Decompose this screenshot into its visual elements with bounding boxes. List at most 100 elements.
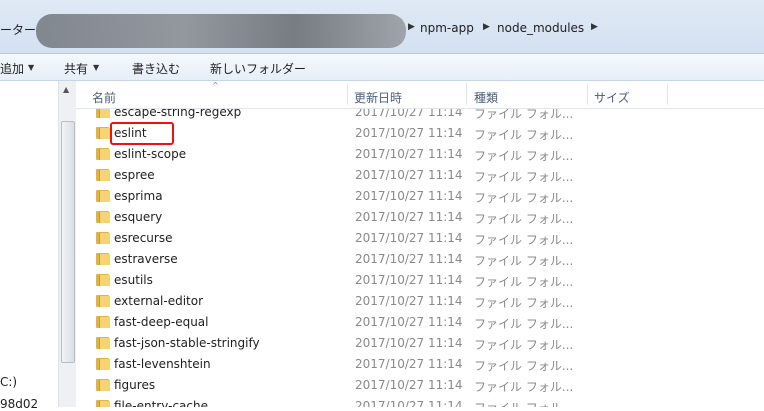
file-date-modified: 2017/10/27 11:14 xyxy=(355,252,463,266)
chevron-down-icon[interactable]: ▼ xyxy=(93,63,99,72)
file-date-modified: 2017/10/27 11:14 xyxy=(355,399,463,407)
column-size[interactable]: サイズ xyxy=(594,89,630,106)
column-divider[interactable] xyxy=(466,83,467,105)
file-date-modified: 2017/10/27 11:14 xyxy=(355,147,463,161)
folder-icon xyxy=(96,169,110,181)
file-name[interactable]: esprima xyxy=(114,189,163,203)
column-divider[interactable] xyxy=(667,83,668,105)
folder-icon xyxy=(96,148,110,160)
chevron-right-icon[interactable]: ▶ xyxy=(591,22,598,32)
file-list[interactable]: ^ 名前 更新日時 種類 サイズ escape-string-regexp 201… xyxy=(76,81,764,407)
share-button[interactable]: 共有 xyxy=(64,60,88,77)
chevron-right-icon[interactable]: ▶ xyxy=(483,22,490,32)
file-type: ファイル フォル... xyxy=(474,212,574,226)
file-type: ファイル フォル... xyxy=(474,296,574,310)
sort-ascending-icon: ^ xyxy=(212,81,219,90)
file-date-modified: 2017/10/27 11:14 xyxy=(355,189,463,203)
folder-icon xyxy=(96,211,110,223)
file-name[interactable]: esutils xyxy=(114,273,153,287)
file-type: ファイル フォル... xyxy=(474,254,574,268)
breadcrumb-node-modules[interactable]: node_modules xyxy=(497,21,584,35)
file-name[interactable]: figures xyxy=(114,378,155,392)
folder-icon xyxy=(96,295,110,307)
column-date-modified[interactable]: 更新日時 xyxy=(354,89,402,106)
column-header: ^ 名前 更新日時 種類 サイズ xyxy=(76,81,764,109)
column-divider[interactable] xyxy=(347,83,348,105)
burn-button[interactable]: 書き込む xyxy=(132,60,180,77)
file-row[interactable]: fast-json-stable-stringify 2017/10/27 11:… xyxy=(76,333,764,354)
file-row[interactable]: esrecurse 2017/10/27 11:14 ファイル フォル... xyxy=(76,228,764,249)
file-date-modified: 2017/10/27 11:14 xyxy=(355,273,463,287)
file-type: ファイル フォル... xyxy=(474,128,574,142)
file-type: ファイル フォル... xyxy=(474,359,574,373)
file-type: ファイル フォル... xyxy=(474,233,574,247)
folder-icon xyxy=(96,316,110,328)
file-type: ファイル フォル... xyxy=(474,380,574,394)
file-row[interactable]: file-entry-cache 2017/10/27 11:14 ファイル フォル… xyxy=(76,396,764,407)
column-name[interactable]: 名前 xyxy=(92,89,116,106)
file-row[interactable]: esquery 2017/10/27 11:14 ファイル フォル... xyxy=(76,207,764,228)
address-prefix: ーター xyxy=(0,23,37,37)
file-date-modified: 2017/10/27 11:14 xyxy=(355,126,463,140)
file-type: ファイル フォル... xyxy=(474,149,574,163)
file-row[interactable]: eslint-scope 2017/10/27 11:14 ファイル フォル... xyxy=(76,144,764,165)
scroll-up-icon[interactable]: ▲ xyxy=(63,85,69,94)
navigation-pane[interactable]: C:) 98d02 ▲ xyxy=(0,81,76,411)
folder-icon xyxy=(96,127,110,139)
file-date-modified: 2017/10/27 11:14 xyxy=(355,168,463,182)
command-bar: 追加 ▼ 共有 ▼ 書き込む 新しいフォルダー xyxy=(0,54,764,81)
file-name[interactable]: fast-json-stable-stringify xyxy=(114,336,260,350)
file-type: ファイル フォル... xyxy=(474,275,574,289)
add-to-library-button[interactable]: 追加 xyxy=(0,60,24,77)
folder-icon xyxy=(96,337,110,349)
redacted-path xyxy=(36,14,406,48)
nav-item-partial[interactable]: 98d02 xyxy=(0,397,38,411)
breadcrumb-npm-app[interactable]: npm-app xyxy=(420,21,474,35)
file-name[interactable]: estraverse xyxy=(114,252,178,266)
new-folder-button[interactable]: 新しいフォルダー xyxy=(210,60,306,77)
nav-scrollbar[interactable]: ▲ xyxy=(58,81,76,407)
folder-icon xyxy=(96,274,110,286)
file-date-modified: 2017/10/27 11:14 xyxy=(355,210,463,224)
file-row[interactable]: estraverse 2017/10/27 11:14 ファイル フォル... xyxy=(76,249,764,270)
file-row[interactable]: fast-levenshtein 2017/10/27 11:14 ファイル フォル… xyxy=(76,354,764,375)
file-name[interactable]: espree xyxy=(114,168,155,182)
file-name[interactable]: file-entry-cache xyxy=(114,399,208,407)
file-type: ファイル フォル... xyxy=(474,338,574,352)
file-date-modified: 2017/10/27 11:14 xyxy=(355,378,463,392)
file-date-modified: 2017/10/27 11:14 xyxy=(355,231,463,245)
folder-icon xyxy=(96,400,110,407)
folder-icon xyxy=(96,190,110,202)
file-row[interactable]: esprima 2017/10/27 11:14 ファイル フォル... xyxy=(76,186,764,207)
file-type: ファイル フォル... xyxy=(474,399,573,407)
file-row[interactable]: eslint 2017/10/27 11:14 ファイル フォル... xyxy=(76,123,764,144)
folder-icon xyxy=(96,358,110,370)
file-name[interactable]: fast-levenshtein xyxy=(114,357,211,371)
file-name[interactable]: esquery xyxy=(114,210,162,224)
file-date-modified: 2017/10/27 11:14 xyxy=(355,336,463,350)
folder-icon xyxy=(96,379,110,391)
file-row[interactable]: espree 2017/10/27 11:14 ファイル フォル... xyxy=(76,165,764,186)
file-name[interactable]: external-editor xyxy=(114,294,203,308)
chevron-right-icon[interactable]: ▶ xyxy=(408,22,415,32)
nav-item-drive-c[interactable]: C:) xyxy=(0,375,17,389)
folder-icon xyxy=(96,253,110,265)
file-row[interactable]: external-editor 2017/10/27 11:14 ファイル フォル.… xyxy=(76,291,764,312)
file-type: ファイル フォル... xyxy=(474,191,574,205)
file-date-modified: 2017/10/27 11:14 xyxy=(355,315,463,329)
nav-scrollbar-thumb[interactable] xyxy=(61,121,75,363)
file-name[interactable]: eslint-scope xyxy=(114,147,186,161)
file-name[interactable]: fast-deep-equal xyxy=(114,315,209,329)
file-row[interactable]: figures 2017/10/27 11:14 ファイル フォル... xyxy=(76,375,764,396)
file-type: ファイル フォル... xyxy=(474,170,574,184)
column-type[interactable]: 種類 xyxy=(474,89,498,106)
column-divider[interactable] xyxy=(587,83,588,105)
file-name[interactable]: esrecurse xyxy=(114,231,172,245)
file-date-modified: 2017/10/27 11:14 xyxy=(355,357,463,371)
chevron-down-icon[interactable]: ▼ xyxy=(28,63,34,72)
file-type: ファイル フォル... xyxy=(474,317,574,331)
file-row[interactable]: fast-deep-equal 2017/10/27 11:14 ファイル フォル.… xyxy=(76,312,764,333)
address-bar[interactable]: ーター ▶ npm-app ▶ node_modules ▶ xyxy=(0,0,764,54)
annotation-highlight-box xyxy=(110,122,174,145)
file-row[interactable]: esutils 2017/10/27 11:14 ファイル フォル... xyxy=(76,270,764,291)
